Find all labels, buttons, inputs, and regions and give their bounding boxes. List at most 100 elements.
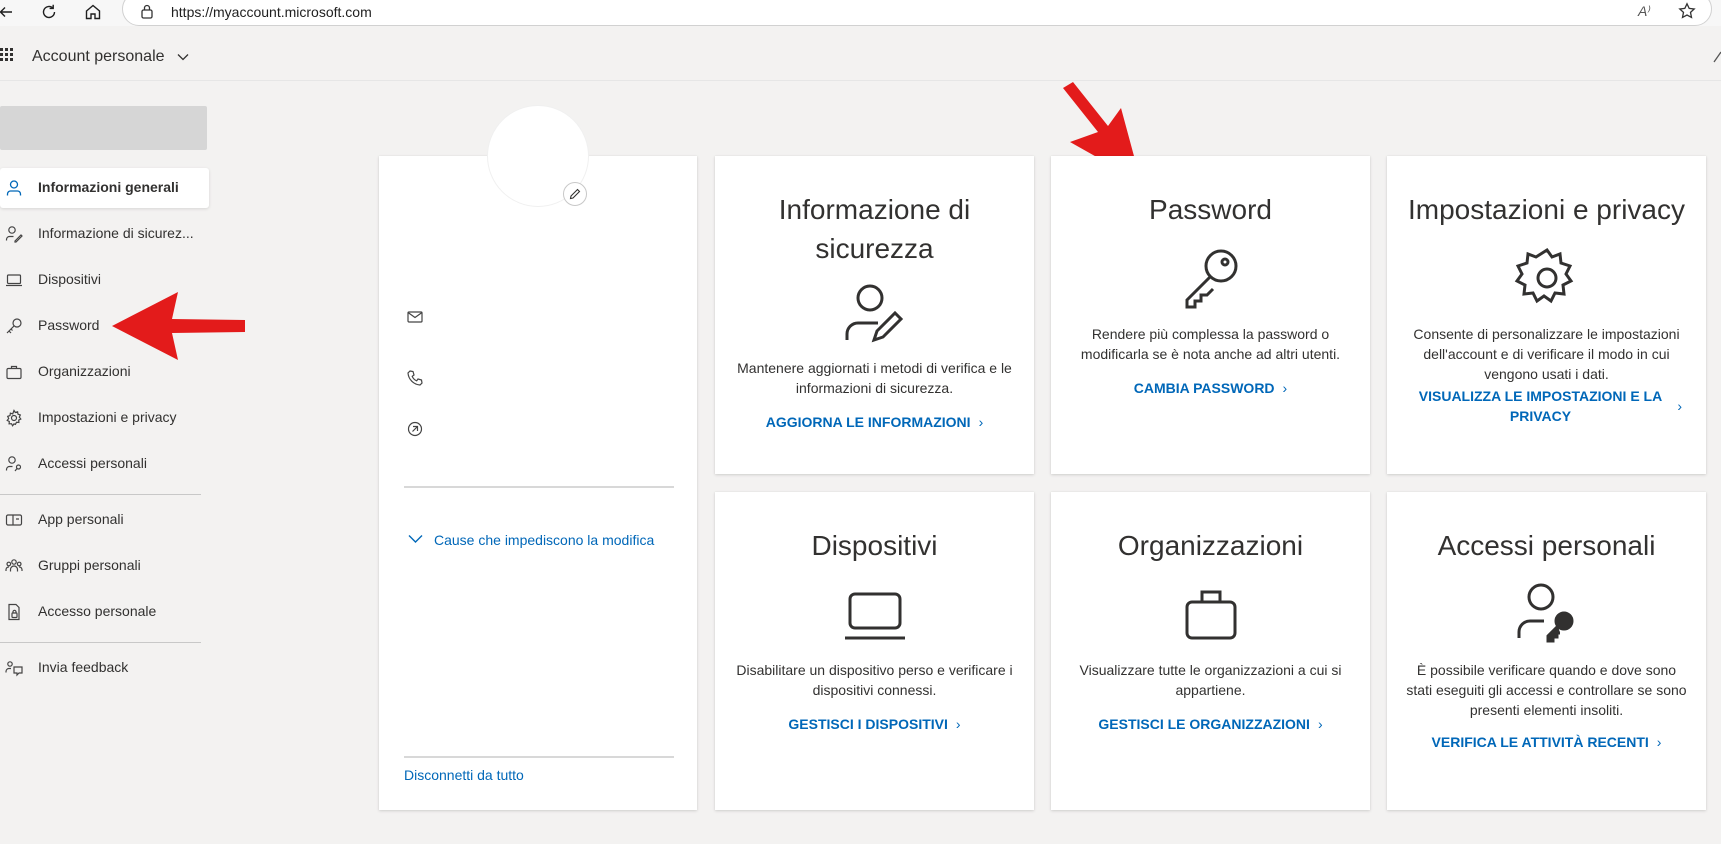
chevron-right-icon: › (955, 716, 961, 732)
apps-icon (5, 511, 23, 529)
sign-out-everywhere-link[interactable]: Disconnetti da tutto (404, 767, 524, 783)
organizations-card: Organizzazioni Visualizzare tutte le org… (1051, 492, 1370, 810)
sidebar-item-label: Informazioni generali (38, 179, 179, 195)
edit-avatar-button[interactable] (563, 182, 587, 206)
sidebar-item-label: Gruppi personali (38, 557, 141, 573)
sidebar-item-label: Organizzazioni (38, 363, 131, 379)
card-title: Accessi personali (1437, 530, 1656, 561)
card-title: Dispositivi (811, 530, 938, 561)
card-description: Disabilitare un dispositivo perso e veri… (736, 662, 1013, 698)
chevron-right-icon: › (1282, 380, 1288, 396)
mail-icon (406, 308, 424, 326)
back-icon[interactable] (0, 0, 18, 24)
home-icon[interactable] (81, 0, 105, 24)
app-header: Account personale (0, 33, 1721, 81)
action-label: AGGIORNA LE INFORMAZIONI (765, 414, 971, 430)
card-title: Informazione di sicurezza (778, 194, 971, 264)
sidebar-item-my-groups[interactable]: Gruppi personali (0, 546, 209, 586)
card-description: Rendere più complessa la password o modi… (1080, 326, 1341, 362)
pencil-icon (569, 188, 581, 200)
gear-icon (5, 409, 23, 427)
person-lock-icon (5, 455, 23, 473)
password-card: Password Rendere più complessa la passwo… (1051, 156, 1370, 474)
red-arrow-left-annotation (112, 292, 245, 360)
sidebar-divider (0, 642, 201, 643)
key-icon (5, 317, 23, 335)
laptop-icon (5, 271, 23, 289)
sidebar-item-settings-privacy[interactable]: Impostazioni e privacy (0, 398, 209, 438)
lock-icon[interactable] (140, 3, 154, 19)
person-key-icon (1513, 580, 1581, 648)
settings-privacy-card: Impostazioni e privacy Consente di perso… (1387, 156, 1706, 474)
key-icon (1177, 244, 1245, 312)
card-title: Password (1149, 194, 1272, 225)
chevron-right-icon: › (1677, 398, 1682, 414)
devices-card: Dispositivi Disabilitare un dispositivo … (715, 492, 1034, 810)
app-title[interactable]: Account personale (32, 48, 165, 66)
user-menu-icon[interactable] (1712, 50, 1721, 64)
chevron-right-icon: › (978, 414, 984, 430)
people-icon (5, 557, 23, 575)
person-edit-icon (841, 280, 909, 348)
briefcase-icon (5, 363, 23, 381)
birthday-icon (406, 420, 424, 438)
sidebar-item-my-access[interactable]: Accesso personale (0, 592, 209, 632)
read-aloud-icon[interactable]: A⁾ (1638, 3, 1651, 20)
action-label: VISUALIZZA LE IMPOSTAZIONI E LA PRIVACY (1418, 388, 1663, 424)
update-info-link[interactable]: AGGIORNA LE INFORMAZIONI › (733, 412, 1016, 432)
sidebar-divider (0, 494, 201, 495)
review-recent-activity-link[interactable]: VERIFICA LE ATTIVITÀ RECENTI › (1405, 732, 1688, 752)
card-title: Impostazioni e privacy (1407, 194, 1685, 225)
laptop-icon (841, 580, 909, 648)
sidebar-item-label: App personali (38, 511, 124, 527)
sidebar-item-feedback[interactable]: Invia feedback (0, 648, 209, 688)
change-password-link[interactable]: CAMBIA PASSWORD › (1069, 378, 1352, 398)
app-launcher-icon[interactable] (0, 48, 14, 62)
favorite-star-icon[interactable] (1678, 2, 1696, 20)
action-label: CAMBIA PASSWORD (1133, 380, 1275, 396)
action-label: GESTISCI LE ORGANIZZAZIONI (1098, 716, 1310, 732)
sidebar-item-label: Informazione di sicurez... (38, 225, 194, 241)
feedback-icon (5, 659, 23, 677)
sidebar-item-label: Impostazioni e privacy (38, 409, 177, 425)
sidebar-item-label: Dispositivi (38, 271, 102, 287)
lock-document-icon (5, 603, 23, 621)
sidebar-item-label: Accessi personali (38, 455, 147, 471)
card-description: Mantenere aggiornati i metodi di verific… (737, 360, 1012, 396)
person-key-icon (5, 225, 23, 243)
profile-card (379, 156, 697, 810)
action-label: VERIFICA LE ATTIVITÀ RECENTI (1431, 734, 1649, 750)
sidebar-item-my-apps[interactable]: App personali (0, 500, 209, 540)
chevron-down-icon[interactable] (177, 53, 189, 61)
profile-name-redacted (0, 106, 207, 150)
briefcase-icon (1177, 580, 1245, 648)
manage-devices-link[interactable]: GESTISCI I DISPOSITIVI › (733, 714, 1016, 734)
browser-toolbar: https://myaccount.microsoft.com A⁾ (0, 0, 1721, 26)
sidebar-item-label: Password (38, 317, 100, 333)
action-label: GESTISCI I DISPOSITIVI (788, 716, 948, 732)
phone-icon (406, 369, 424, 387)
sidebar-item-label: Accesso personale (38, 603, 157, 619)
refresh-icon[interactable] (37, 0, 61, 24)
card-description: Consente di personalizzare le impostazio… (1413, 326, 1680, 382)
sidebar-item-my-signins[interactable]: Accessi personali (0, 444, 209, 484)
url-text[interactable]: https://myaccount.microsoft.com (171, 4, 372, 20)
chevron-down-icon[interactable] (408, 534, 423, 544)
card-divider (404, 486, 674, 488)
gear-icon (1513, 244, 1581, 312)
person-icon (5, 179, 23, 197)
card-divider (404, 756, 674, 758)
sidebar-item-overview[interactable]: Informazioni generali (0, 168, 209, 208)
card-description: Visualizzare tutte le organizzazioni a c… (1079, 662, 1342, 698)
manage-organizations-link[interactable]: GESTISCI LE ORGANIZZAZIONI › (1069, 714, 1352, 734)
sidebar-item-label: Invia feedback (38, 659, 129, 675)
card-description: È possibile verificare quando e dove son… (1406, 662, 1687, 718)
sidebar-item-security-info[interactable]: Informazione di sicurez... (0, 214, 209, 254)
card-title: Organizzazioni (1117, 530, 1304, 561)
my-signins-card: Accessi personali È possibile verificare… (1387, 492, 1706, 810)
why-cant-edit-link[interactable]: Cause che impediscono la modifica (434, 532, 654, 548)
view-settings-privacy-link[interactable]: VISUALIZZA LE IMPOSTAZIONI E LA PRIVACY › (1415, 386, 1682, 426)
chevron-right-icon: › (1317, 716, 1323, 732)
security-info-card: Informazione di sicurezza Mantenere aggi… (715, 156, 1034, 474)
chevron-right-icon: › (1656, 734, 1662, 750)
